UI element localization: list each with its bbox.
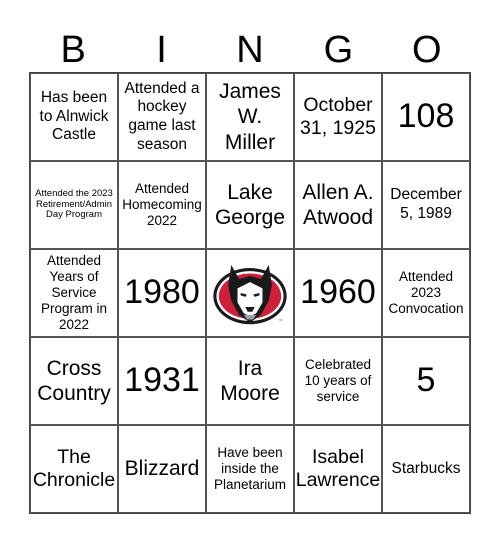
- header-letter-n: N: [236, 29, 264, 71]
- header-letter-b: B: [60, 29, 86, 71]
- bingo-cell[interactable]: Attended Homecoming 2022: [118, 161, 206, 249]
- bingo-cell[interactable]: 108: [382, 73, 470, 161]
- bingo-cell[interactable]: December 5, 1989: [382, 161, 470, 249]
- bingo-cell[interactable]: Isabel Lawrence: [294, 425, 382, 513]
- free-space-cell[interactable]: TM: [206, 249, 294, 337]
- bingo-cell[interactable]: October 31, 1925: [294, 73, 382, 161]
- bingo-cell[interactable]: Cross Country: [30, 337, 118, 425]
- bingo-cell[interactable]: Lake George: [206, 161, 294, 249]
- bingo-cell[interactable]: 1980: [118, 249, 206, 337]
- bingo-cell[interactable]: Celebrated 10 years of service: [294, 337, 382, 425]
- bingo-cell[interactable]: Has been to Alnwick Castle: [30, 73, 118, 161]
- bingo-cell[interactable]: Attended the 2023 Retirement/Admin Day P…: [30, 161, 118, 249]
- bingo-cell[interactable]: Have been inside the Planetarium: [206, 425, 294, 513]
- bingo-cell[interactable]: 1960: [294, 249, 382, 337]
- header-letter-o: O: [411, 29, 442, 71]
- bingo-cell[interactable]: The Chronicle: [30, 425, 118, 513]
- bingo-cell[interactable]: 1931: [118, 337, 206, 425]
- bingo-card: Has been to Alnwick Castle Attended a ho…: [29, 72, 471, 514]
- header-letter-i: I: [156, 29, 167, 71]
- husky-mascot-logo-icon: TM: [213, 264, 287, 325]
- bingo-cell[interactable]: Starbucks: [382, 425, 470, 513]
- bingo-cell[interactable]: James W. Miller: [206, 73, 294, 161]
- bingo-cell[interactable]: Attended Years of Service Program in 202…: [30, 249, 118, 337]
- bingo-cell[interactable]: Blizzard: [118, 425, 206, 513]
- bingo-cell[interactable]: Ira Moore: [206, 337, 294, 425]
- bingo-header: B I N G O: [29, 28, 471, 72]
- svg-text:TM: TM: [278, 318, 283, 322]
- bingo-cell[interactable]: Allen A. Atwood: [294, 161, 382, 249]
- bingo-cell[interactable]: Attended 2023 Convocation: [382, 249, 470, 337]
- header-letter-g: G: [323, 29, 354, 71]
- bingo-cell[interactable]: Attended a hockey game last season: [118, 73, 206, 161]
- bingo-cell[interactable]: 5: [382, 337, 470, 425]
